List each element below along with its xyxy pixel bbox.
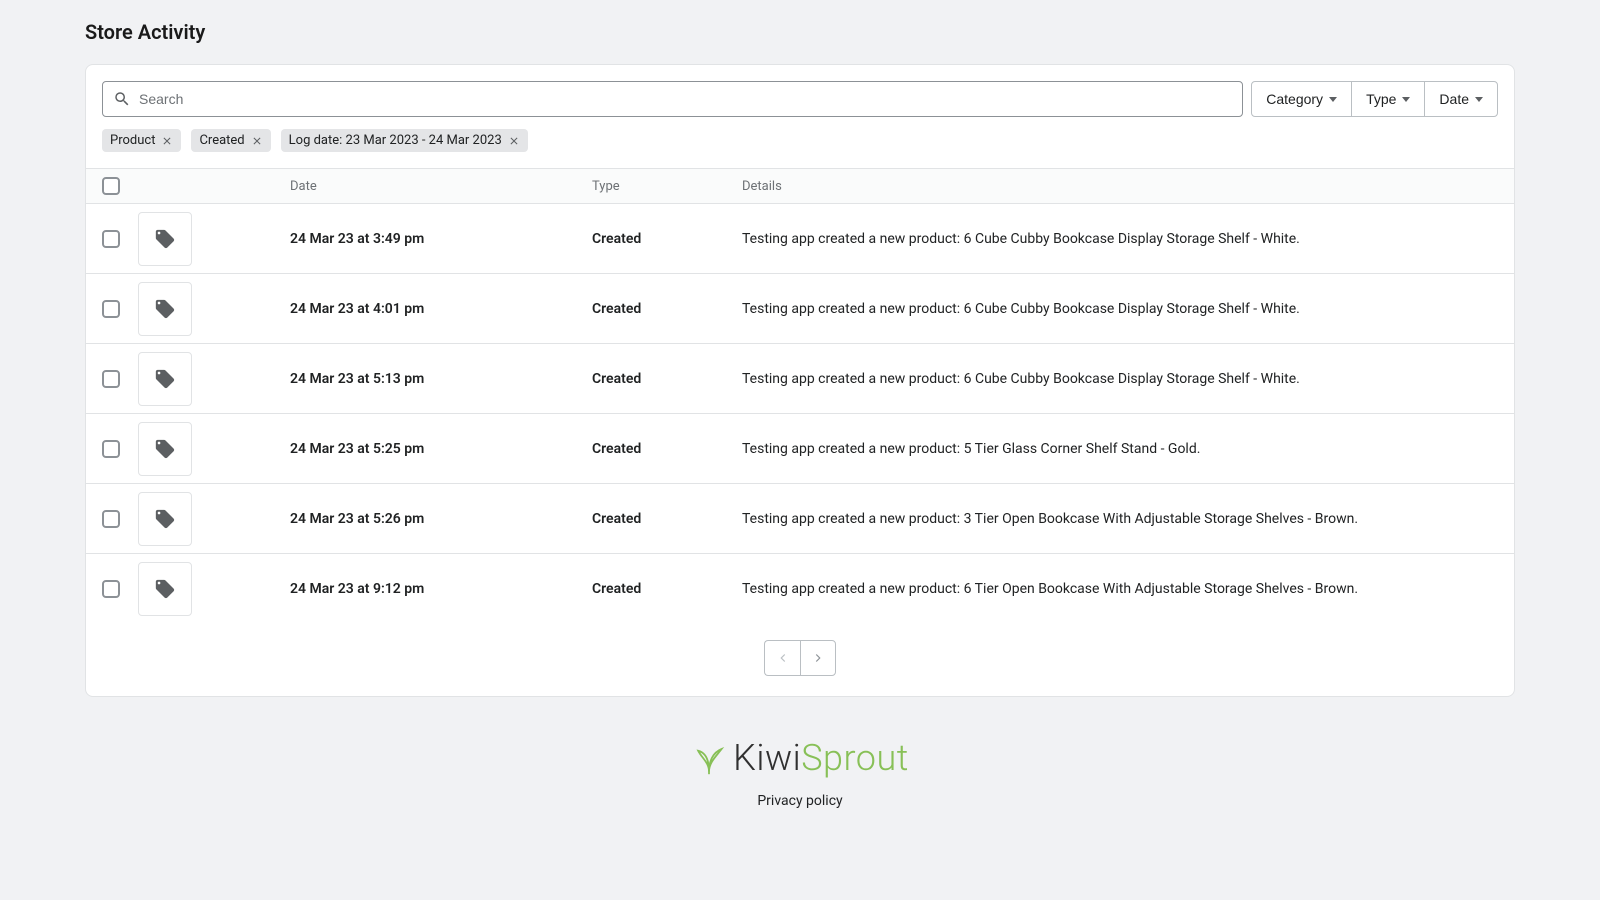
prev-page-button[interactable] — [764, 640, 800, 676]
row-type: Created — [592, 371, 742, 387]
footer: KiwiSprout Privacy policy — [85, 737, 1515, 809]
row-type: Created — [592, 301, 742, 317]
row-details: Testing app created a new product: 3 Tie… — [742, 511, 1498, 527]
active-filter-chips: Product Created Log date: 23 Mar 2023 - … — [86, 117, 1514, 168]
search-input[interactable] — [139, 91, 1232, 107]
tag-icon — [154, 298, 176, 320]
row-type: Created — [592, 441, 742, 457]
close-icon[interactable] — [251, 135, 263, 147]
row-checkbox[interactable] — [102, 510, 120, 528]
close-icon[interactable] — [161, 135, 173, 147]
chip-logdate[interactable]: Log date: 23 Mar 2023 - 24 Mar 2023 — [281, 129, 528, 152]
search-icon — [113, 90, 131, 108]
row-type: Created — [592, 581, 742, 597]
row-date: 24 Mar 23 at 5:26 pm — [290, 511, 592, 527]
controls-bar: Category Type Date — [86, 81, 1514, 117]
row-details: Testing app created a new product: 6 Cub… — [742, 231, 1498, 247]
table-row: 24 Mar 23 at 5:26 pm Created Testing app… — [86, 484, 1514, 554]
filter-category-button[interactable]: Category — [1251, 81, 1352, 117]
select-all-checkbox[interactable] — [102, 177, 120, 195]
privacy-link[interactable]: Privacy policy — [85, 793, 1515, 809]
row-checkbox[interactable] — [102, 580, 120, 598]
row-checkbox[interactable] — [102, 230, 120, 248]
chip-product[interactable]: Product — [102, 129, 181, 152]
row-checkbox[interactable] — [102, 300, 120, 318]
row-checkbox[interactable] — [102, 440, 120, 458]
table-row: 24 Mar 23 at 5:25 pm Created Testing app… — [86, 414, 1514, 484]
chip-created[interactable]: Created — [191, 129, 270, 152]
tag-icon — [154, 508, 176, 530]
tag-icon — [154, 228, 176, 250]
chevron-down-icon — [1475, 97, 1483, 102]
filter-type-button[interactable]: Type — [1352, 81, 1424, 117]
activity-card: Category Type Date Product Created Log d… — [85, 64, 1515, 697]
row-date: 24 Mar 23 at 3:49 pm — [290, 231, 592, 247]
row-date: 24 Mar 23 at 9:12 pm — [290, 581, 592, 597]
header-details: Details — [742, 179, 1498, 194]
table-row: 24 Mar 23 at 5:13 pm Created Testing app… — [86, 344, 1514, 414]
row-details: Testing app created a new product: 6 Cub… — [742, 301, 1498, 317]
row-date: 24 Mar 23 at 4:01 pm — [290, 301, 592, 317]
filter-date-button[interactable]: Date — [1424, 81, 1498, 117]
row-type: Created — [592, 231, 742, 247]
row-details: Testing app created a new product: 6 Cub… — [742, 371, 1498, 387]
row-category-icon — [138, 562, 192, 616]
next-page-button[interactable] — [800, 640, 836, 676]
row-category-icon — [138, 352, 192, 406]
table-row: 24 Mar 23 at 4:01 pm Created Testing app… — [86, 274, 1514, 344]
table-header: Date Type Details — [86, 168, 1514, 204]
row-date: 24 Mar 23 at 5:25 pm — [290, 441, 592, 457]
row-category-icon — [138, 492, 192, 546]
brand-logo: KiwiSprout — [85, 737, 1515, 779]
row-checkbox[interactable] — [102, 370, 120, 388]
close-icon[interactable] — [508, 135, 520, 147]
tag-icon — [154, 438, 176, 460]
row-type: Created — [592, 511, 742, 527]
chevron-down-icon — [1402, 97, 1410, 102]
filter-group: Category Type Date — [1251, 81, 1498, 117]
tag-icon — [154, 368, 176, 390]
row-category-icon — [138, 212, 192, 266]
row-details: Testing app created a new product: 5 Tie… — [742, 441, 1498, 457]
search-field[interactable] — [102, 81, 1243, 117]
leaf-icon — [691, 740, 727, 776]
tag-icon — [154, 578, 176, 600]
table-row: 24 Mar 23 at 9:12 pm Created Testing app… — [86, 554, 1514, 624]
chevron-down-icon — [1329, 97, 1337, 102]
row-category-icon — [138, 422, 192, 476]
row-details: Testing app created a new product: 6 Tie… — [742, 581, 1498, 597]
table-row: 24 Mar 23 at 3:49 pm Created Testing app… — [86, 204, 1514, 274]
row-category-icon — [138, 282, 192, 336]
pagination — [86, 624, 1514, 696]
row-date: 24 Mar 23 at 5:13 pm — [290, 371, 592, 387]
chevron-right-icon — [811, 651, 825, 665]
page-title: Store Activity — [85, 20, 1515, 44]
chevron-left-icon — [776, 651, 790, 665]
header-type: Type — [592, 179, 742, 194]
header-date: Date — [290, 179, 592, 194]
